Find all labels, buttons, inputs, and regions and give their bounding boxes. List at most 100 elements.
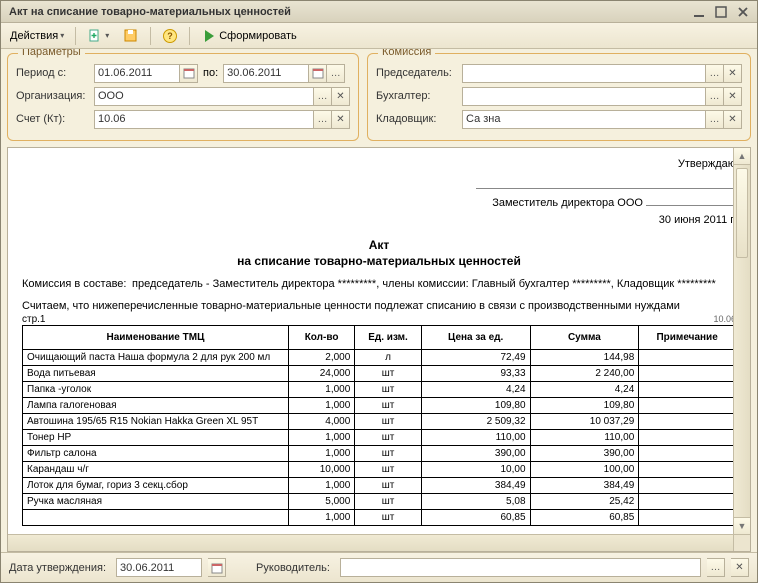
cell-sum: 2 240,00 — [530, 366, 639, 382]
period-select-button[interactable]: … — [327, 64, 345, 83]
table-row: Лампа галогеновая1,000шт109,80109,80 — [23, 398, 736, 414]
window-title: Акт на списание товарно-материальных цен… — [9, 6, 291, 18]
app-window: Акт на списание товарно-материальных цен… — [0, 0, 758, 583]
acct-clear-button[interactable]: ✕ — [332, 110, 350, 129]
cell-price: 4,24 — [421, 382, 530, 398]
storekeeper-input[interactable]: Са зна — [462, 110, 706, 129]
approve-word: Утверждаю — [22, 156, 736, 173]
cell-sum: 25,42 — [530, 494, 639, 510]
page-label: стр.1 — [22, 314, 45, 325]
cell-unit: л — [355, 350, 421, 366]
minimize-button[interactable] — [689, 4, 709, 20]
actions-label: Действия — [10, 30, 58, 42]
cell-price: 2 509,32 — [421, 414, 530, 430]
cell-qty: 24,000 — [288, 366, 354, 382]
org-input[interactable]: ООО — [94, 87, 314, 106]
th-sum: Сумма — [530, 326, 639, 350]
horizontal-scrollbar[interactable] — [8, 534, 733, 551]
footer-head-select[interactable]: … — [707, 558, 725, 577]
chair-label: Председатель: — [376, 67, 462, 79]
accountant-input[interactable] — [462, 87, 706, 106]
table-row: 1,000шт60,8560,85 — [23, 510, 736, 526]
new-button[interactable]: ▾ — [82, 25, 114, 47]
cell-unit: шт — [355, 446, 421, 462]
minimize-icon — [691, 4, 707, 20]
scroll-up-button[interactable]: ▲ — [734, 148, 750, 165]
intro-text: Считаем, что нижеперечисленные товарно-м… — [22, 300, 736, 312]
cell-price: 110,00 — [421, 430, 530, 446]
footer-head-clear[interactable]: ✕ — [731, 558, 749, 577]
accountant-clear-button[interactable]: ✕ — [724, 87, 742, 106]
chair-select-button[interactable]: … — [706, 64, 724, 83]
close-icon — [735, 4, 751, 20]
date-to-input[interactable]: 30.06.2011 — [223, 64, 309, 83]
cell-price: 93,33 — [421, 366, 530, 382]
chair-clear-button[interactable]: ✕ — [724, 64, 742, 83]
scroll-thumb[interactable] — [736, 168, 748, 258]
cell-price: 72,49 — [421, 350, 530, 366]
cell-sum: 390,00 — [530, 446, 639, 462]
cell-name: Автошина 195/65 R15 Nokian Hakka Green X… — [23, 414, 289, 430]
date-from-picker[interactable] — [180, 64, 198, 83]
titlebar: Акт на списание товарно-материальных цен… — [1, 1, 757, 23]
org-select-button[interactable]: … — [314, 87, 332, 106]
cell-note — [639, 382, 736, 398]
acct-input[interactable]: 10.06 — [94, 110, 314, 129]
cell-price: 60,85 — [421, 510, 530, 526]
cell-unit: шт — [355, 510, 421, 526]
cell-name: Лоток для бумаг, гориз 3 секц.сбор — [23, 478, 289, 494]
table-row: Карандаш ч/г10,000шт10,00100,00 — [23, 462, 736, 478]
cell-name: Очищающий паста Наша формула 2 для рук 2… — [23, 350, 289, 366]
cell-name: Ручка масляная — [23, 494, 289, 510]
chair-input[interactable] — [462, 64, 706, 83]
cell-name: Вода питьевая — [23, 366, 289, 382]
maximize-icon — [713, 4, 729, 20]
committee-text: председатель - Заместитель директора ***… — [132, 278, 736, 290]
vertical-scrollbar[interactable]: ▲ ▼ — [733, 148, 750, 534]
cell-note — [639, 478, 736, 494]
committee-label: Комиссия в составе: — [22, 278, 132, 290]
storekeeper-select-button[interactable]: … — [706, 110, 724, 129]
cell-sum: 384,49 — [530, 478, 639, 494]
save-button[interactable] — [118, 25, 144, 47]
footer-head-input[interactable] — [340, 558, 701, 577]
accountant-select-button[interactable]: … — [706, 87, 724, 106]
storekeeper-clear-button[interactable]: ✕ — [724, 110, 742, 129]
cell-name — [23, 510, 289, 526]
toolbar: Действия ▾ ▾ ? Сформировать — [1, 23, 757, 49]
footer-date-input[interactable]: 30.06.2011 — [116, 558, 202, 577]
cell-unit: шт — [355, 366, 421, 382]
cell-name: Тонер HP — [23, 430, 289, 446]
cell-note — [639, 462, 736, 478]
cell-price: 109,80 — [421, 398, 530, 414]
acct-select-button[interactable]: … — [314, 110, 332, 129]
cell-note — [639, 350, 736, 366]
cell-note — [639, 414, 736, 430]
scroll-down-button[interactable]: ▼ — [734, 517, 750, 534]
params-legend: Параметры — [18, 49, 85, 58]
date-from-input[interactable]: 01.06.2011 — [94, 64, 180, 83]
run-button[interactable]: Сформировать — [196, 25, 302, 47]
footer-date-label: Дата утверждения: — [9, 562, 106, 574]
document-plus-icon — [87, 28, 103, 44]
org-clear-button[interactable]: ✕ — [332, 87, 350, 106]
cell-name: Лампа галогеновая — [23, 398, 289, 414]
cell-unit: шт — [355, 430, 421, 446]
report-viewport[interactable]: Утверждаю Заместитель директора ООО 30 и… — [7, 147, 751, 552]
footer-date-picker[interactable] — [208, 558, 226, 577]
table-header-row: Наименование ТМЦ Кол-во Ед. изм. Цена за… — [23, 326, 736, 350]
maximize-button[interactable] — [711, 4, 731, 20]
actions-menu[interactable]: Действия ▾ — [5, 27, 69, 45]
help-button[interactable]: ? — [157, 25, 183, 47]
table-row: Ручка масляная5,000шт5,0825,42 — [23, 494, 736, 510]
date-to-picker[interactable] — [309, 64, 327, 83]
close-button[interactable] — [733, 4, 753, 20]
cell-unit: шт — [355, 398, 421, 414]
cell-qty: 1,000 — [288, 510, 354, 526]
play-icon — [201, 28, 217, 44]
cell-sum: 109,80 — [530, 398, 639, 414]
approve-date: 30 июня 2011 г. — [22, 212, 736, 229]
storekeeper-label: Кладовщик: — [376, 113, 462, 125]
table-row: Автошина 195/65 R15 Nokian Hakka Green X… — [23, 414, 736, 430]
cell-unit: шт — [355, 462, 421, 478]
